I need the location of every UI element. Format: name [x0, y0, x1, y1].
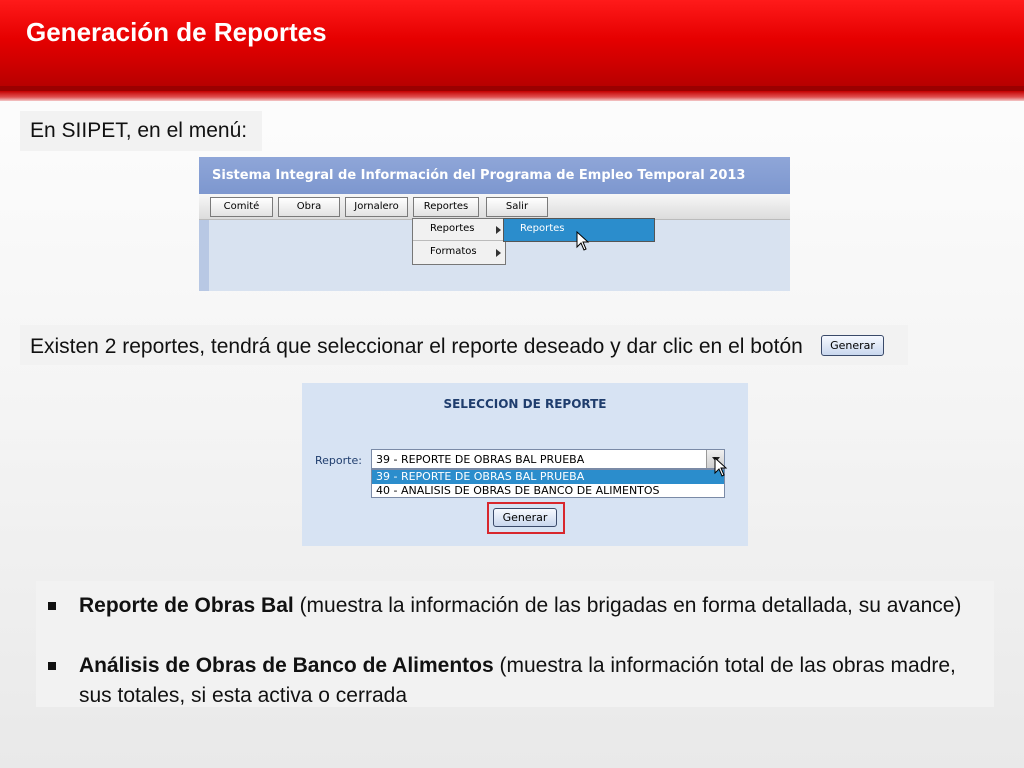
selection-screenshot: SELECCION DE REPORTE Reporte: 39 - REPOR…: [302, 383, 748, 546]
bullet-title: Reporte de Obras Bal: [79, 594, 294, 617]
menu-item-obra[interactable]: Obra: [278, 197, 340, 217]
menu-item-jornalero[interactable]: Jornalero: [345, 197, 408, 217]
reportes-submenu: Reportes Formatos: [412, 218, 506, 265]
bullet-description: (muestra la información de las brigadas …: [293, 594, 962, 617]
header-divider-shadow: [0, 91, 1024, 101]
option-reporte-40[interactable]: 40 - ANALISIS DE OBRAS DE BANCO DE ALIME…: [372, 484, 724, 498]
square-bullet-icon: [48, 662, 56, 670]
intro-text: En SIIPET, en el menú:: [20, 111, 262, 151]
chevron-right-icon: [496, 226, 501, 234]
submenu-item-formatos[interactable]: Formatos: [413, 242, 505, 264]
square-bullet-icon: [48, 602, 56, 610]
bullet-description: (muestra la información total de las obr…: [493, 654, 956, 677]
bullet-analisis-obras: Análisis de Obras de Banco de Alimentos …: [36, 651, 994, 711]
reporte-options-list: 39 - REPORTE DE OBRAS BAL PRUEBA 40 - AN…: [371, 469, 725, 498]
select-value: 39 - REPORTE DE OBRAS BAL PRUEBA: [376, 453, 585, 466]
slide-title: Generación de Reportes: [26, 17, 327, 47]
report-descriptions: Reporte de Obras Bal (muestra la informa…: [36, 581, 994, 707]
generar-button[interactable]: Generar: [493, 508, 557, 527]
mouse-cursor-icon: [576, 231, 590, 251]
instruction-text: Existen 2 reportes, tendrá que seleccion…: [20, 325, 908, 365]
bullet-reporte-obras-bal: Reporte de Obras Bal (muestra la informa…: [36, 591, 994, 621]
submenu-item-reportes[interactable]: Reportes: [413, 219, 505, 241]
selection-title: SELECCION DE REPORTE: [443, 397, 607, 411]
menu-bar: Comité Obra Jornalero Reportes Salir: [199, 194, 790, 220]
bullet-description-continued: sus totales, si esta activa o cerrada: [79, 684, 407, 707]
reporte-label: Reporte:: [315, 454, 362, 467]
menu-item-salir[interactable]: Salir: [486, 197, 548, 217]
menu-item-reportes[interactable]: Reportes: [413, 197, 479, 217]
reporte-select[interactable]: 39 - REPORTE DE OBRAS BAL PRUEBA: [371, 449, 725, 469]
app-sidebar: [199, 220, 209, 291]
menu-item-comite[interactable]: Comité: [210, 197, 273, 217]
menu-screenshot: Sistema Integral de Información del Prog…: [199, 157, 790, 291]
generar-button-example: Generar: [821, 335, 884, 356]
option-reporte-39[interactable]: 39 - REPORTE DE OBRAS BAL PRUEBA: [372, 470, 724, 484]
submenu-item-label: Reportes: [430, 223, 475, 234]
bullet-title: Análisis de Obras de Banco de Alimentos: [79, 654, 494, 677]
submenu-item-label: Formatos: [430, 246, 477, 257]
mouse-cursor-icon: [714, 457, 728, 477]
chevron-right-icon: [496, 249, 501, 257]
app-title-bar: Sistema Integral de Información del Prog…: [199, 157, 790, 194]
